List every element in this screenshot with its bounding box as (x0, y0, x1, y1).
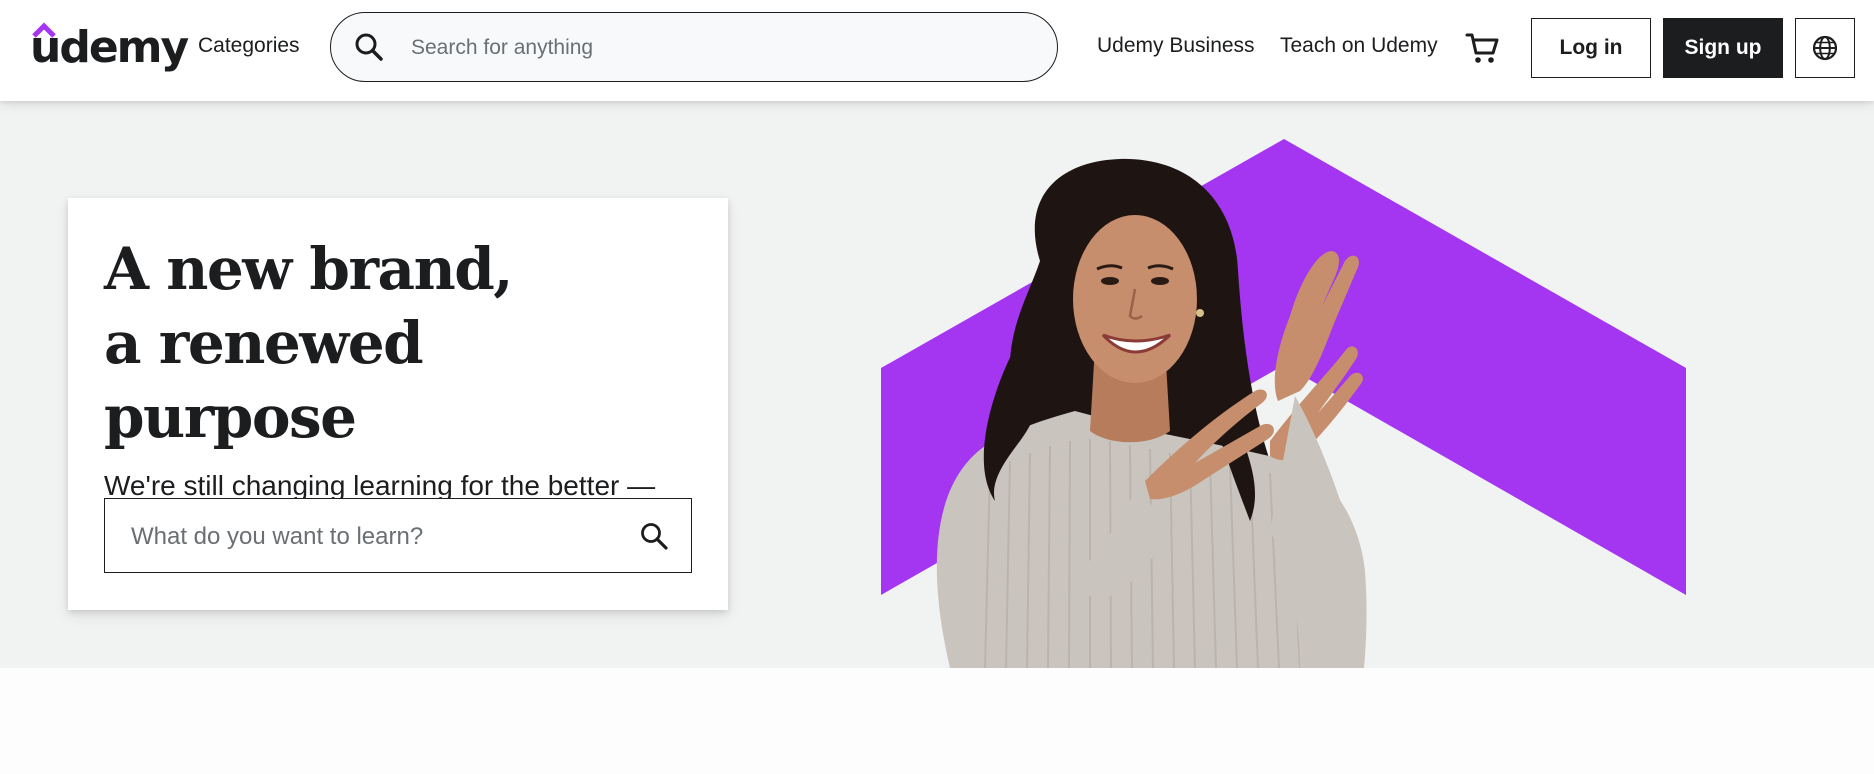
headline-line-2: a renewed purpose (104, 309, 424, 451)
search-icon[interactable] (353, 31, 385, 63)
udemy-logo[interactable]: udemy (30, 20, 189, 80)
hero-card: A new brand, a renewed purpose We're sti… (68, 198, 728, 610)
cart-icon[interactable] (1464, 30, 1500, 66)
language-button[interactable] (1795, 18, 1855, 78)
hero-banner: A new brand, a renewed purpose We're sti… (0, 101, 1874, 668)
headline-line-1: A new brand, (104, 235, 514, 303)
categories-link[interactable]: Categories (198, 34, 300, 58)
header-search-bar[interactable] (330, 12, 1058, 82)
globe-icon (1812, 35, 1838, 61)
header-search-input[interactable] (409, 27, 1013, 69)
teach-on-udemy-link[interactable]: Teach on Udemy (1280, 34, 1438, 58)
logo-text: udemy (30, 22, 189, 73)
signup-button[interactable]: Sign up (1663, 18, 1783, 78)
top-navbar: udemy Categories Udemy Business Teach on… (0, 0, 1874, 101)
search-icon[interactable] (639, 521, 669, 551)
login-button[interactable]: Log in (1531, 18, 1651, 78)
hero-search-input[interactable] (129, 517, 613, 557)
udemy-business-link[interactable]: Udemy Business (1097, 34, 1255, 58)
hero-search-box[interactable] (104, 498, 692, 573)
hero-headline: A new brand, a renewed purpose (104, 232, 692, 454)
